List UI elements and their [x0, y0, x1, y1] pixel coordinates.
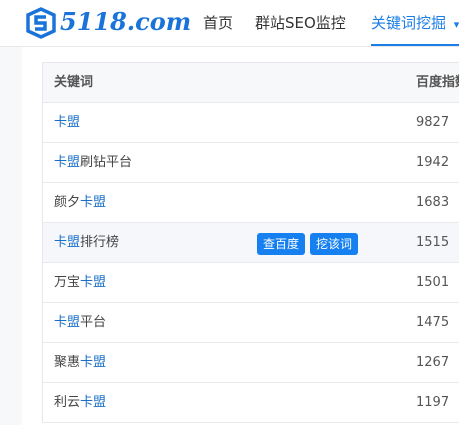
baidu-index-cell: 1942 — [416, 155, 450, 170]
baidu-index-cell: 1475 — [416, 315, 450, 330]
table-row: 卡盟平台 1475 — [43, 303, 459, 343]
nav-keyword-mining-label: 关键词挖掘 — [371, 14, 447, 32]
search-baidu-button[interactable]: 查百度 — [257, 233, 306, 255]
table-row: 颜夕卡盟 1683 — [43, 183, 459, 223]
mine-keyword-button[interactable]: 挖该词 — [310, 233, 359, 255]
site-logo[interactable]: 5118.com — [24, 7, 191, 39]
keyword-cell[interactable]: 利云卡盟 — [54, 383, 106, 423]
table-row: 卡盟刷钻平台 1942 — [43, 143, 459, 183]
keyword-cell[interactable]: 万宝卡盟 — [54, 263, 106, 303]
keyword-cell[interactable]: 卡盟平台 — [54, 303, 106, 343]
nav-seo-monitor-label: 群站SEO监控 — [255, 14, 346, 32]
table-row: 利云卡盟 1197 — [43, 383, 459, 423]
keyword-table: 关键词 百度指数 卡盟 9827 卡盟刷钻平台 1942 颜夕卡盟 1683 卡… — [42, 62, 459, 423]
table-row: 聚惠卡盟 1267 — [43, 343, 459, 383]
baidu-index-cell: 1515 — [416, 235, 450, 250]
table-row-hovered: 卡盟排行榜 查百度 挖该词 1515 — [43, 223, 459, 263]
chevron-down-icon: ▾ — [453, 18, 459, 31]
keyword-cell[interactable]: 聚惠卡盟 — [54, 343, 106, 383]
logo-text: 5118.com — [60, 7, 192, 36]
table-header-row: 关键词 百度指数 — [43, 63, 459, 103]
keyword-cell[interactable]: 颜夕卡盟 — [54, 183, 106, 223]
column-header-baidu-index[interactable]: 百度指数 — [416, 63, 459, 103]
logo-mark-icon — [26, 7, 56, 39]
nav-home[interactable]: 首页 — [203, 0, 233, 46]
table-row: 万宝卡盟 1501 — [43, 263, 459, 303]
table-row: 卡盟 9827 — [43, 103, 459, 143]
active-nav-underline — [371, 44, 459, 46]
baidu-index-cell: 1683 — [416, 195, 450, 210]
keyword-cell[interactable]: 卡盟刷钻平台 — [54, 143, 132, 183]
baidu-index-cell: 1501 — [416, 275, 450, 290]
nav-home-label: 首页 — [203, 14, 234, 32]
nav-keyword-mining[interactable]: 关键词挖掘 ▾ — [371, 0, 459, 46]
baidu-index-cell: 1197 — [416, 395, 450, 410]
baidu-index-cell: 9827 — [416, 115, 450, 130]
baidu-index-cell: 1267 — [416, 355, 450, 370]
keyword-cell[interactable]: 卡盟排行榜 — [54, 223, 119, 263]
left-gutter — [0, 47, 22, 425]
column-header-keyword: 关键词 — [54, 75, 94, 90]
nav-seo-monitor[interactable]: 群站SEO监控 — [255, 0, 346, 46]
keyword-cell[interactable]: 卡盟 — [54, 103, 80, 143]
top-header: 5118.com 首页 群站SEO监控 关键词挖掘 ▾ — [0, 0, 459, 47]
